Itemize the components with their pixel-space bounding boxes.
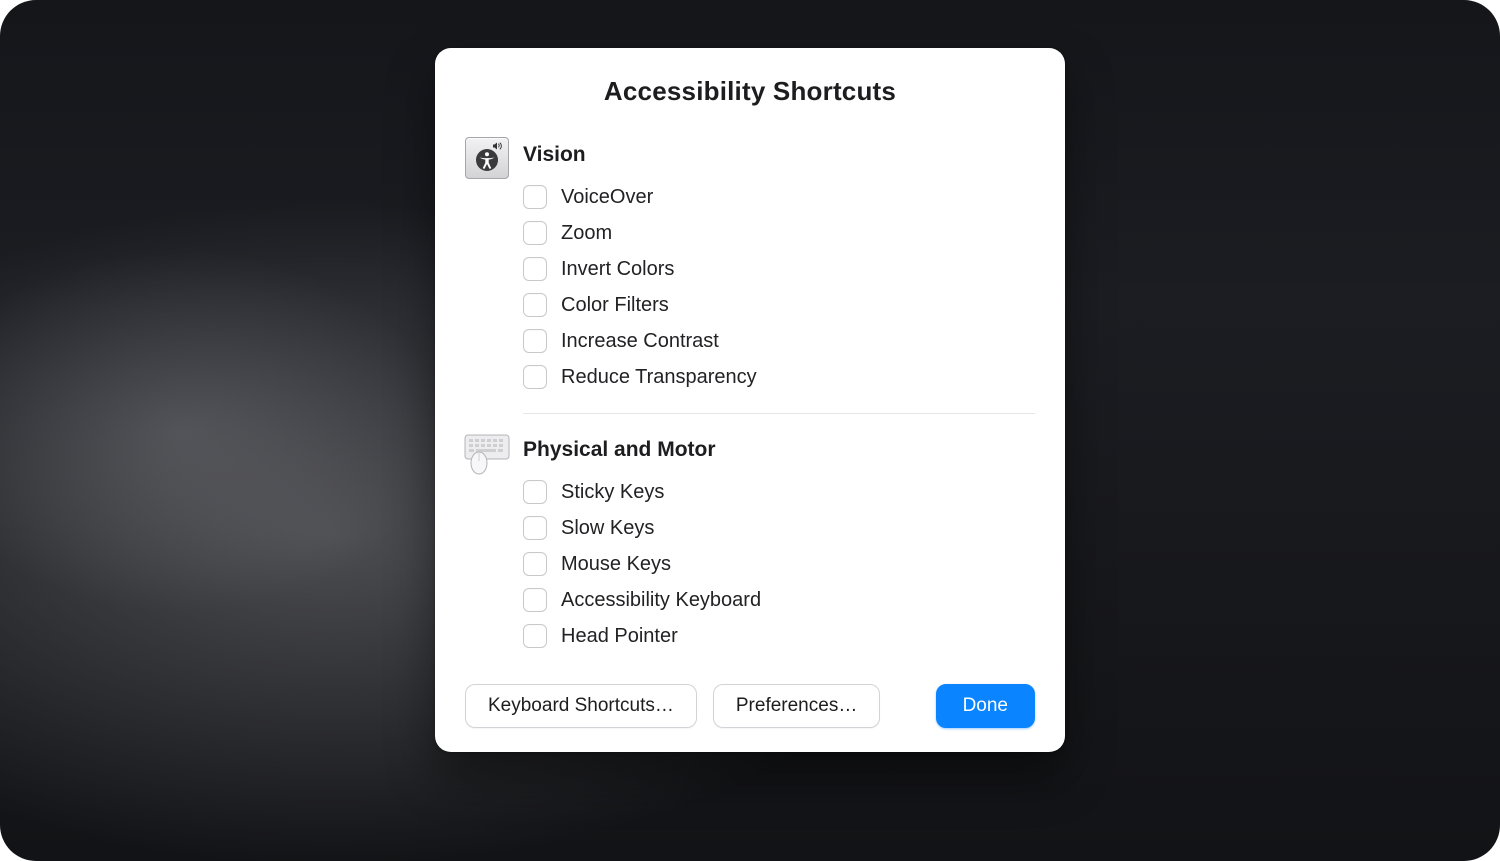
checkbox-slow-keys[interactable] [523, 516, 547, 540]
section-title-physical-motor: Physical and Motor [523, 438, 1035, 462]
option-label: Zoom [561, 222, 612, 245]
checkbox-invert-colors[interactable] [523, 257, 547, 281]
section-title-vision: Vision [523, 143, 1035, 167]
option-label: Invert Colors [561, 258, 674, 281]
option-label: VoiceOver [561, 186, 653, 209]
option-reduce-transparency[interactable]: Reduce Transparency [523, 359, 1035, 395]
checkbox-head-pointer[interactable] [523, 624, 547, 648]
option-label: Head Pointer [561, 625, 678, 648]
option-invert-colors[interactable]: Invert Colors [523, 251, 1035, 287]
checkbox-mouse-keys[interactable] [523, 552, 547, 576]
option-label: Accessibility Keyboard [561, 589, 761, 612]
checkbox-color-filters[interactable] [523, 293, 547, 317]
option-head-pointer[interactable]: Head Pointer [523, 618, 1035, 654]
checkbox-increase-contrast[interactable] [523, 329, 547, 353]
option-label: Increase Contrast [561, 330, 719, 353]
option-zoom[interactable]: Zoom [523, 215, 1035, 251]
accessibility-icon [465, 137, 509, 179]
checkbox-accessibility-keyboard[interactable] [523, 588, 547, 612]
option-label: Reduce Transparency [561, 366, 757, 389]
checkbox-reduce-transparency[interactable] [523, 365, 547, 389]
dialog-footer: Keyboard Shortcuts… Preferences… Done [465, 684, 1035, 728]
section-physical-motor: Physical and Motor Sticky Keys Slow Keys… [465, 432, 1035, 654]
option-label: Sticky Keys [561, 481, 664, 504]
accessibility-shortcuts-dialog: Accessibility Shortcuts [435, 48, 1065, 752]
option-voiceover[interactable]: VoiceOver [523, 179, 1035, 215]
option-label: Mouse Keys [561, 553, 671, 576]
option-label: Color Filters [561, 294, 669, 317]
option-sticky-keys[interactable]: Sticky Keys [523, 474, 1035, 510]
option-color-filters[interactable]: Color Filters [523, 287, 1035, 323]
keyboard-shortcuts-button[interactable]: Keyboard Shortcuts… [465, 684, 697, 728]
section-vision: Vision VoiceOver Zoom Invert Colors Colo… [465, 137, 1035, 414]
section-divider [523, 413, 1035, 414]
desktop-background: Accessibility Shortcuts [0, 0, 1500, 861]
option-label: Slow Keys [561, 517, 654, 540]
option-slow-keys[interactable]: Slow Keys [523, 510, 1035, 546]
option-increase-contrast[interactable]: Increase Contrast [523, 323, 1035, 359]
checkbox-zoom[interactable] [523, 221, 547, 245]
keyboard-mouse-icon [465, 432, 509, 474]
checkbox-sticky-keys[interactable] [523, 480, 547, 504]
preferences-button[interactable]: Preferences… [713, 684, 880, 728]
done-button[interactable]: Done [936, 684, 1035, 728]
option-mouse-keys[interactable]: Mouse Keys [523, 546, 1035, 582]
option-accessibility-keyboard[interactable]: Accessibility Keyboard [523, 582, 1035, 618]
checkbox-voiceover[interactable] [523, 185, 547, 209]
dialog-title: Accessibility Shortcuts [465, 76, 1035, 107]
